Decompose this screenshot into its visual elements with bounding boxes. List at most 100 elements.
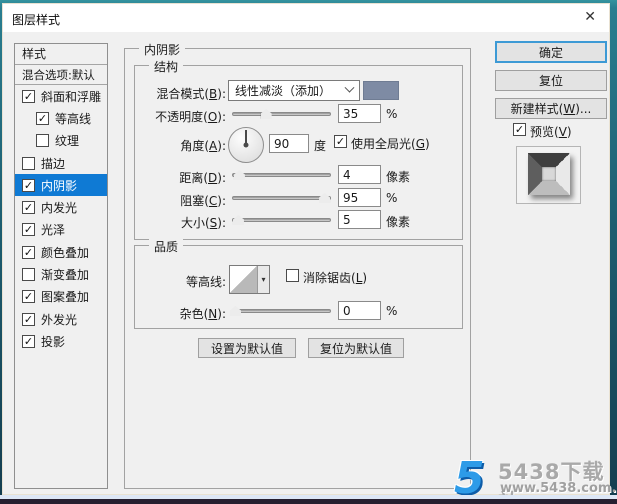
- preview-checkbox[interactable]: ✓: [513, 123, 526, 136]
- sidebar-item-label: 内阴影: [41, 178, 78, 193]
- sidebar-item-label: 外发光: [41, 312, 78, 327]
- bottom-dark-strip: [0, 499, 617, 504]
- distance-unit: 像素: [386, 170, 411, 184]
- choke-slider[interactable]: [232, 192, 331, 204]
- sidebar-item-label: 内发光: [41, 201, 78, 216]
- sidebar-item[interactable]: ✓ 内阴影: [15, 174, 107, 197]
- sidebar-item-label: 图案叠加: [41, 290, 90, 305]
- sidebar-item-label: 等高线: [55, 111, 92, 126]
- opacity-input[interactable]: 35: [338, 104, 381, 123]
- angle-input[interactable]: 90: [269, 134, 309, 153]
- style-checkbox[interactable]: ✓: [22, 89, 35, 103]
- sidebar-item[interactable]: ✓ 光泽: [15, 219, 107, 241]
- sidebar-item-label: 纹理: [55, 134, 80, 149]
- slider-thumb[interactable]: [229, 306, 241, 316]
- angle-dial[interactable]: [228, 127, 264, 163]
- sidebar-item-label: 渐变叠加: [41, 268, 90, 283]
- ok-button[interactable]: 确定: [495, 41, 607, 63]
- slider-track[interactable]: [232, 196, 331, 200]
- sidebar-item[interactable]: 描边: [15, 152, 107, 174]
- slider-track[interactable]: [232, 112, 331, 116]
- opacity-slider[interactable]: [232, 108, 331, 120]
- contour-label: 等高线:: [185, 275, 226, 289]
- contour-thumbnail: [230, 266, 257, 293]
- slider-thumb[interactable]: [232, 215, 244, 225]
- style-checkbox[interactable]: ✓: [22, 245, 35, 259]
- blend-mode-select[interactable]: 线性减淡（添加）: [228, 80, 360, 101]
- sidebar-item[interactable]: 纹理: [15, 130, 107, 152]
- sidebar-item-label: 描边: [41, 156, 66, 171]
- contour-dropdown-arrow[interactable]: ▾: [257, 266, 269, 293]
- distance-label: 距离(D):: [179, 171, 226, 185]
- watermark-site-url: www.5438.com.cn: [500, 481, 617, 496]
- style-checkbox[interactable]: ✓: [22, 223, 35, 237]
- noise-slider[interactable]: [229, 305, 331, 317]
- sidebar-item[interactable]: ✓ 图案叠加: [15, 286, 107, 308]
- sidebar-item-label: 光泽: [41, 223, 66, 238]
- noise-label: 杂色(N):: [179, 307, 226, 321]
- style-checkbox[interactable]: ✓: [22, 290, 35, 304]
- structure-legend: 结构: [149, 58, 184, 75]
- style-checkbox[interactable]: [36, 134, 49, 148]
- distance-input[interactable]: 4: [338, 165, 381, 184]
- choke-input[interactable]: 95: [338, 188, 381, 207]
- use-global-light-checkbox[interactable]: ✓: [334, 135, 347, 148]
- slider-thumb[interactable]: [319, 193, 331, 203]
- reset-default-button[interactable]: 复位为默认值: [308, 338, 404, 358]
- sidebar-item-label: 斜面和浮雕: [41, 89, 102, 104]
- style-checkbox[interactable]: ✓: [22, 201, 35, 215]
- blend-mode-label: 混合模式(B):: [156, 87, 226, 101]
- sidebar-item-label: 颜色叠加: [41, 245, 90, 260]
- slider-track[interactable]: [232, 309, 331, 313]
- sidebar-item-label: 投影: [41, 334, 66, 349]
- distance-slider[interactable]: [232, 169, 331, 181]
- style-checkbox[interactable]: [22, 156, 35, 170]
- size-label: 大小(S):: [180, 216, 226, 230]
- sidebar-item[interactable]: ✓ 投影: [15, 330, 107, 352]
- style-checkbox[interactable]: ✓: [22, 312, 35, 326]
- slider-track[interactable]: [232, 173, 331, 177]
- style-checkbox[interactable]: ✓: [22, 334, 35, 348]
- antialias-label: 消除锯齿(L): [303, 271, 368, 285]
- slider-thumb[interactable]: [233, 170, 245, 180]
- reset-button[interactable]: 复位: [495, 70, 607, 91]
- sidebar-item[interactable]: ✓ 颜色叠加: [15, 241, 107, 263]
- use-global-light-label: 使用全局光(G): [351, 137, 430, 151]
- blend-mode-value: 线性减淡（添加）: [235, 84, 332, 98]
- style-checkbox[interactable]: ✓: [36, 111, 49, 125]
- antialias-checkbox[interactable]: [286, 269, 299, 282]
- opacity-label: 不透明度(O):: [155, 110, 226, 124]
- sidebar-item[interactable]: ✓ 等高线: [15, 107, 107, 129]
- dialog-titlebar[interactable]: 图层样式 ✕: [3, 4, 609, 32]
- contour-picker[interactable]: ▾: [229, 265, 270, 294]
- sidebar-item-blending-options[interactable]: 混合选项:默认: [15, 65, 107, 85]
- sidebar-item[interactable]: ✓ 斜面和浮雕: [15, 85, 107, 107]
- style-checkbox[interactable]: [22, 268, 35, 282]
- chevron-down-icon: [344, 82, 355, 93]
- close-icon[interactable]: ✕: [584, 9, 596, 25]
- layer-style-dialog: 图层样式 ✕ 样式 混合选项:默认 ✓ 斜面和浮雕 ✓ 等高线 纹理 描边 ✓ …: [2, 3, 617, 504]
- angle-unit: 度: [314, 139, 327, 153]
- preview-gem-icon: [528, 153, 570, 195]
- sidebar-item[interactable]: ✓ 外发光: [15, 308, 107, 330]
- noise-input[interactable]: 0: [338, 301, 381, 320]
- sidebar-item-styles[interactable]: 样式: [15, 44, 107, 65]
- sidebar-item[interactable]: 渐变叠加: [15, 263, 107, 285]
- sidebar-item[interactable]: ✓ 内发光: [15, 196, 107, 218]
- size-slider[interactable]: [232, 214, 331, 226]
- slider-thumb[interactable]: [260, 109, 272, 119]
- style-checkbox[interactable]: ✓: [22, 178, 35, 192]
- noise-unit: %: [386, 304, 398, 318]
- angle-label: 角度(A):: [180, 139, 226, 153]
- opacity-unit: %: [386, 107, 398, 121]
- preview-label: 预览(V): [530, 125, 572, 139]
- size-input[interactable]: 5: [338, 210, 381, 229]
- slider-track[interactable]: [232, 218, 331, 222]
- style-preview: [516, 146, 581, 204]
- shadow-color-swatch[interactable]: [363, 81, 399, 100]
- panel-title: 内阴影: [139, 41, 186, 58]
- make-default-button[interactable]: 设置为默认值: [198, 338, 296, 358]
- new-style-button[interactable]: 新建样式(W)...: [495, 98, 607, 119]
- choke-label: 阻塞(C):: [180, 194, 226, 208]
- sidebar-style-items: ✓ 斜面和浮雕 ✓ 等高线 纹理 描边 ✓ 内阴影 ✓ 内发光 ✓ 光泽 ✓ 颜…: [15, 85, 107, 353]
